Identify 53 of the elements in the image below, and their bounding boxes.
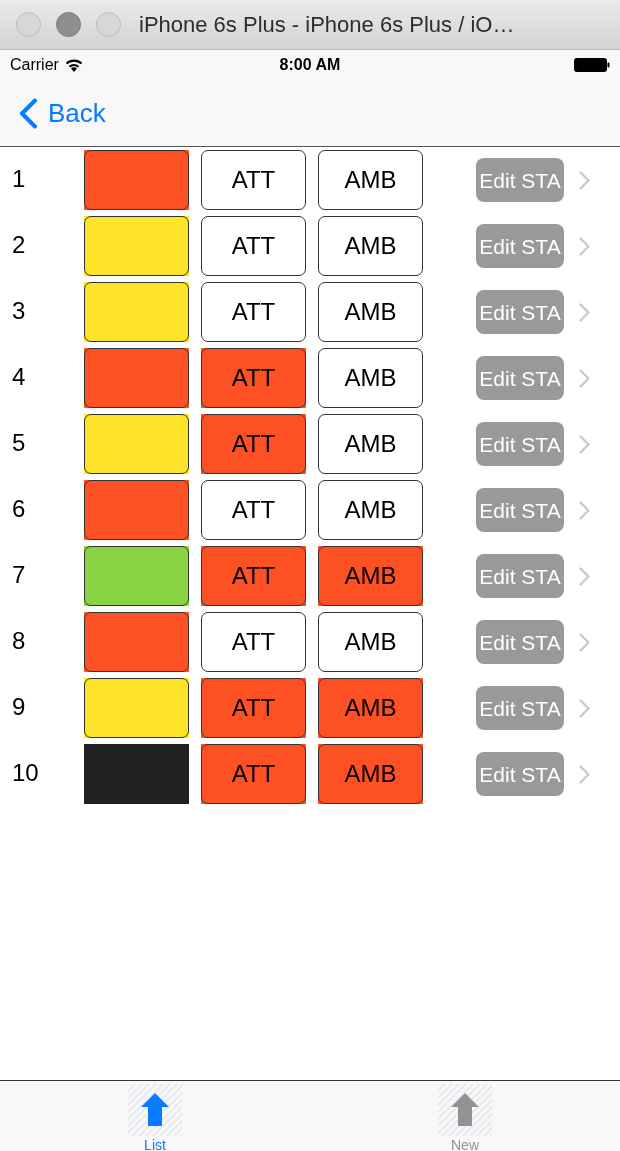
att-toggle-button[interactable]: ATT [201, 150, 306, 210]
row-number: 10 [12, 758, 39, 786]
window-title: iPhone 6s Plus - iPhone 6s Plus / iO… [139, 13, 515, 36]
disclosure-chevron-icon [579, 434, 590, 454]
disclosure-chevron-icon [579, 632, 590, 652]
disclosure-chevron-icon [579, 500, 590, 520]
amb-toggle-button[interactable]: AMB [318, 414, 423, 474]
att-toggle-button[interactable]: ATT [201, 414, 306, 474]
back-button[interactable]: Back [18, 97, 106, 129]
amb-toggle-button[interactable]: AMB [318, 348, 423, 408]
amb-toggle-button[interactable]: AMB [318, 612, 423, 672]
disclosure-chevron-icon [579, 368, 590, 388]
row-number: 2 [12, 230, 26, 258]
att-toggle-button[interactable]: ATT [201, 612, 306, 672]
att-toggle-button[interactable]: ATT [201, 678, 306, 738]
window-close-button[interactable] [16, 12, 41, 37]
disclosure-chevron-icon [579, 698, 590, 718]
att-toggle-button[interactable]: ATT [201, 546, 306, 606]
row-number: 8 [12, 626, 26, 654]
att-toggle-button[interactable]: ATT [201, 480, 306, 540]
disclosure-chevron-icon [579, 566, 590, 586]
up-arrow-icon [438, 1084, 492, 1136]
amb-toggle-button[interactable]: AMB [318, 282, 423, 342]
amb-toggle-button[interactable]: AMB [318, 678, 423, 738]
window-zoom-button[interactable] [96, 12, 121, 37]
disclosure-chevron-icon [579, 764, 590, 784]
amb-toggle-button[interactable]: AMB [318, 546, 423, 606]
row-number: 9 [12, 692, 26, 720]
row-number: 4 [12, 362, 26, 390]
row-number: 7 [12, 560, 26, 588]
row-number: 3 [12, 296, 26, 324]
status-time: 8:00 AM [279, 57, 341, 73]
window-minimize-button[interactable] [56, 12, 81, 37]
row-number: 1 [12, 164, 26, 192]
disclosure-chevron-icon [579, 170, 590, 190]
amb-toggle-button[interactable]: AMB [318, 216, 423, 276]
amb-toggle-button[interactable]: AMB [318, 150, 423, 210]
att-toggle-button[interactable]: ATT [201, 744, 306, 804]
amb-toggle-button[interactable]: AMB [318, 480, 423, 540]
battery-icon [574, 58, 610, 72]
carrier-label: Carrier [10, 57, 59, 73]
row-number: 5 [12, 428, 26, 456]
wifi-icon [64, 58, 83, 72]
tab-bar-item[interactable]: List [0, 1081, 310, 1151]
disclosure-chevron-icon [579, 236, 590, 256]
att-toggle-button[interactable]: ATT [201, 216, 306, 276]
att-toggle-button[interactable]: ATT [201, 348, 306, 408]
amb-toggle-button[interactable]: AMB [318, 744, 423, 804]
disclosure-chevron-icon [579, 302, 590, 322]
up-arrow-icon [128, 1084, 182, 1136]
back-chevron-icon [18, 97, 38, 129]
att-toggle-button[interactable]: ATT [201, 282, 306, 342]
row-number: 6 [12, 494, 26, 522]
